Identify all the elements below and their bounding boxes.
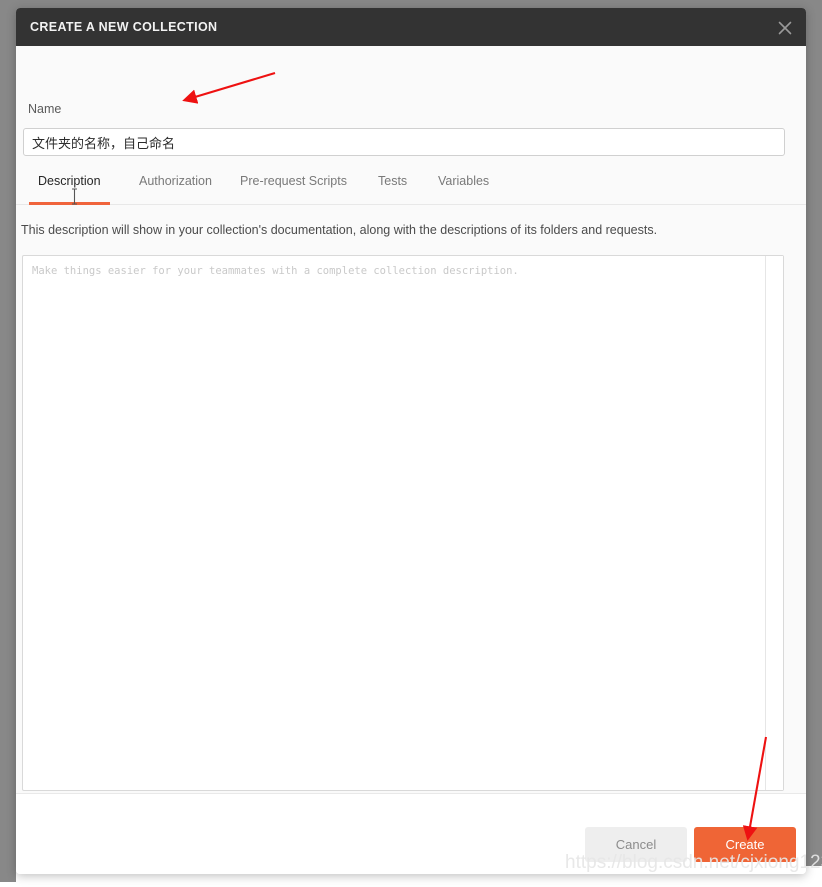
tab-pre-request-scripts[interactable]: Pre-request Scripts: [240, 174, 347, 204]
description-help-text: This description will show in your colle…: [21, 223, 658, 237]
create-collection-modal: CREATE A NEW COLLECTION Name Description…: [16, 8, 806, 874]
tab-tests-label: Tests: [378, 174, 408, 188]
modal-body: Name Description Authorization Pre-reque…: [16, 46, 806, 817]
cancel-button[interactable]: Cancel: [585, 827, 687, 862]
close-icon[interactable]: [774, 17, 796, 39]
tab-authorization-label: Authorization: [139, 174, 212, 188]
description-textarea-wrapper: [22, 255, 784, 791]
tab-variables-label: Variables: [438, 174, 490, 188]
tab-active-underline: [29, 202, 110, 205]
modal-header: CREATE A NEW COLLECTION: [16, 8, 806, 46]
description-scrollbar[interactable]: [765, 256, 783, 790]
tab-variables[interactable]: Variables: [438, 174, 489, 204]
modal-tabs: Description Authorization Pre-request Sc…: [16, 174, 806, 205]
modal-footer: Cancel Create: [16, 793, 806, 874]
create-button[interactable]: Create: [694, 827, 796, 862]
tab-pre-request-scripts-label: Pre-request Scripts: [240, 174, 347, 188]
tab-description[interactable]: Description: [29, 174, 110, 205]
collection-name-input[interactable]: [23, 128, 785, 156]
tab-tests[interactable]: Tests: [378, 174, 407, 204]
modal-title: CREATE A NEW COLLECTION: [30, 20, 218, 34]
description-textarea[interactable]: [23, 256, 767, 790]
name-label: Name: [28, 102, 62, 116]
tab-description-label: Description: [38, 174, 101, 188]
tab-authorization[interactable]: Authorization: [139, 174, 212, 204]
